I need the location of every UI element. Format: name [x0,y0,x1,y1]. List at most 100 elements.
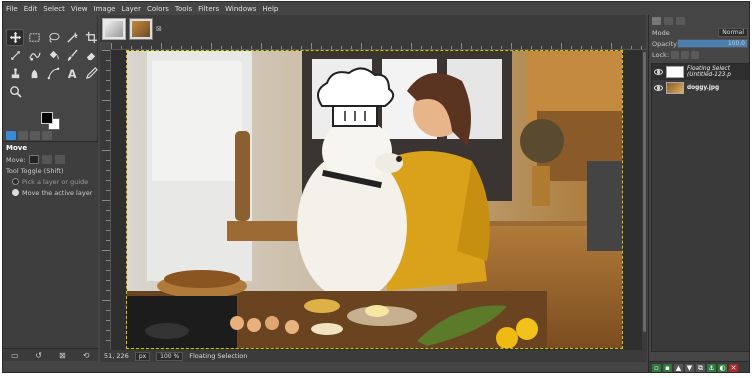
channels-tab[interactable] [664,17,673,25]
layers-tab[interactable] [652,17,661,25]
rect-select-icon[interactable] [25,29,43,46]
mask-icon[interactable]: ◐ [718,363,727,372]
image-tab-chef-hat[interactable] [102,17,126,40]
new-group-icon[interactable]: ▪ [663,363,672,372]
restore-options-icon[interactable]: ↺ [34,351,43,360]
opacity-value: 100.0 [727,40,745,47]
move-tool-icon[interactable] [6,29,24,46]
crop-icon[interactable] [82,29,100,46]
zoom-select[interactable]: 100 % [156,351,184,361]
move-label: Move: [6,155,26,164]
lock-row: Lock: [649,49,749,60]
menu-view[interactable]: View [71,5,88,13]
layer-name: Floating Select (Untitled-123.p [687,66,731,78]
menu-select[interactable]: Select [43,5,65,13]
status-message: Floating Selection [189,352,248,360]
anchor-layer-icon[interactable]: ⚓ [707,363,716,372]
menu-layer[interactable]: Layer [121,5,141,13]
menu-help[interactable]: Help [262,5,278,13]
layer-row[interactable]: Floating Select (Untitled-123.p [652,64,749,80]
foreground-color[interactable] [41,112,53,124]
layers-dock-tabs [649,15,749,27]
svg-text:A: A [67,68,76,80]
tool-options-footer: ▭ ↺ ⊠ ⟲ [3,348,98,361]
lasso-icon[interactable] [44,29,62,46]
bucket-fill-icon[interactable] [44,47,62,64]
menu-colors[interactable]: Colors [147,5,169,13]
menu-bar: File Edit Select View Image Layer Colors… [3,2,749,15]
device-status-tab[interactable] [18,130,28,140]
vertical-ruler [100,50,111,350]
layer-name: doggy.jpg [687,85,720,91]
move-path-mode-icon[interactable] [54,155,65,164]
warp-icon[interactable] [25,47,43,64]
move-layer-mode-icon[interactable] [28,155,39,164]
tool-options-panel: Move Move: Tool Toggle (Shift) Pick a la… [3,141,98,361]
delete-layer-icon[interactable]: ✕ [729,363,738,372]
delete-options-icon[interactable]: ⊠ [58,351,67,360]
toolbox: A Move Move: Tool Toggle (Shift) Pick a … [3,15,98,361]
layer-thumbnail [666,82,684,94]
layer-row[interactable]: doggy.jpg [652,80,749,96]
path-icon[interactable] [44,65,62,82]
canvas-area[interactable] [111,50,642,350]
canvas-image[interactable] [126,50,623,349]
menu-file[interactable]: File [6,5,18,13]
duplicate-layer-icon[interactable]: ⧉ [696,363,705,372]
layer-name-line2: (Untitled-123.p [687,72,731,78]
unit-select[interactable]: px [134,351,151,361]
status-bar: 51, 226 px 100 % Floating Selection [100,350,647,362]
menu-tools[interactable]: Tools [175,5,192,13]
move-selection-mode-icon[interactable] [41,155,52,164]
kitchen-photo [127,51,622,348]
eye-icon[interactable] [654,69,663,75]
lock-position-icon[interactable] [681,50,690,59]
undo-history-tab[interactable] [30,130,40,140]
tool-toggle-label: Tool Toggle (Shift) [6,166,64,175]
scrollbar-thumb[interactable] [643,52,646,332]
radio-move-active[interactable] [12,189,19,196]
option-move-label: Move the active layer [22,188,93,197]
menu-windows[interactable]: Windows [225,5,256,13]
option-move-active[interactable]: Move the active layer [6,187,95,198]
mode-select[interactable]: Normal [718,28,748,37]
opacity-slider[interactable]: 100.0 [677,39,748,48]
save-options-icon[interactable]: ▭ [10,351,19,360]
lock-alpha-icon[interactable] [691,50,700,59]
paintbrush-icon[interactable] [63,47,81,64]
close-tab-icon[interactable]: ⊠ [156,25,162,33]
tool-options-tabs [3,129,98,141]
gimp-window: File Edit Select View Image Layer Colors… [2,1,750,373]
smudge-icon[interactable] [25,65,43,82]
tool-options-title: Move [6,144,28,152]
lock-pixels-icon[interactable] [671,50,680,59]
fuzzy-select-icon[interactable] [63,29,81,46]
layers-footer: ▫ ▪ ▲ ▼ ⧉ ⚓ ◐ ✕ [649,361,749,372]
lock-label: Lock: [652,50,670,59]
layer-thumbnail [666,66,684,78]
eraser-icon[interactable] [82,47,100,64]
eye-icon[interactable] [654,85,663,91]
pointer-coords: 51, 226 [104,352,129,360]
zoom-icon[interactable] [6,83,24,100]
raise-layer-icon[interactable]: ▲ [674,363,683,372]
tool-grid: A [6,29,100,100]
horizontal-ruler [111,42,646,50]
paths-tab[interactable] [676,17,685,25]
color-picker-icon[interactable] [82,65,100,82]
vertical-scrollbar[interactable] [642,50,647,350]
reset-options-icon[interactable]: ⟲ [82,351,91,360]
transform-icon[interactable] [6,47,24,64]
images-tab[interactable] [42,130,52,140]
lower-layer-icon[interactable]: ▼ [685,363,694,372]
image-tab-doggy[interactable] [129,17,153,40]
radio-pick-layer[interactable] [12,178,19,185]
menu-image[interactable]: Image [94,5,116,13]
clone-icon[interactable] [6,65,24,82]
new-layer-icon[interactable]: ▫ [652,363,661,372]
menu-edit[interactable]: Edit [24,5,38,13]
option-pick-layer[interactable]: Pick a layer or guide [6,176,95,187]
tool-options-tab[interactable] [6,130,16,140]
menu-filters[interactable]: Filters [198,5,219,13]
text-tool-icon[interactable]: A [63,65,81,82]
